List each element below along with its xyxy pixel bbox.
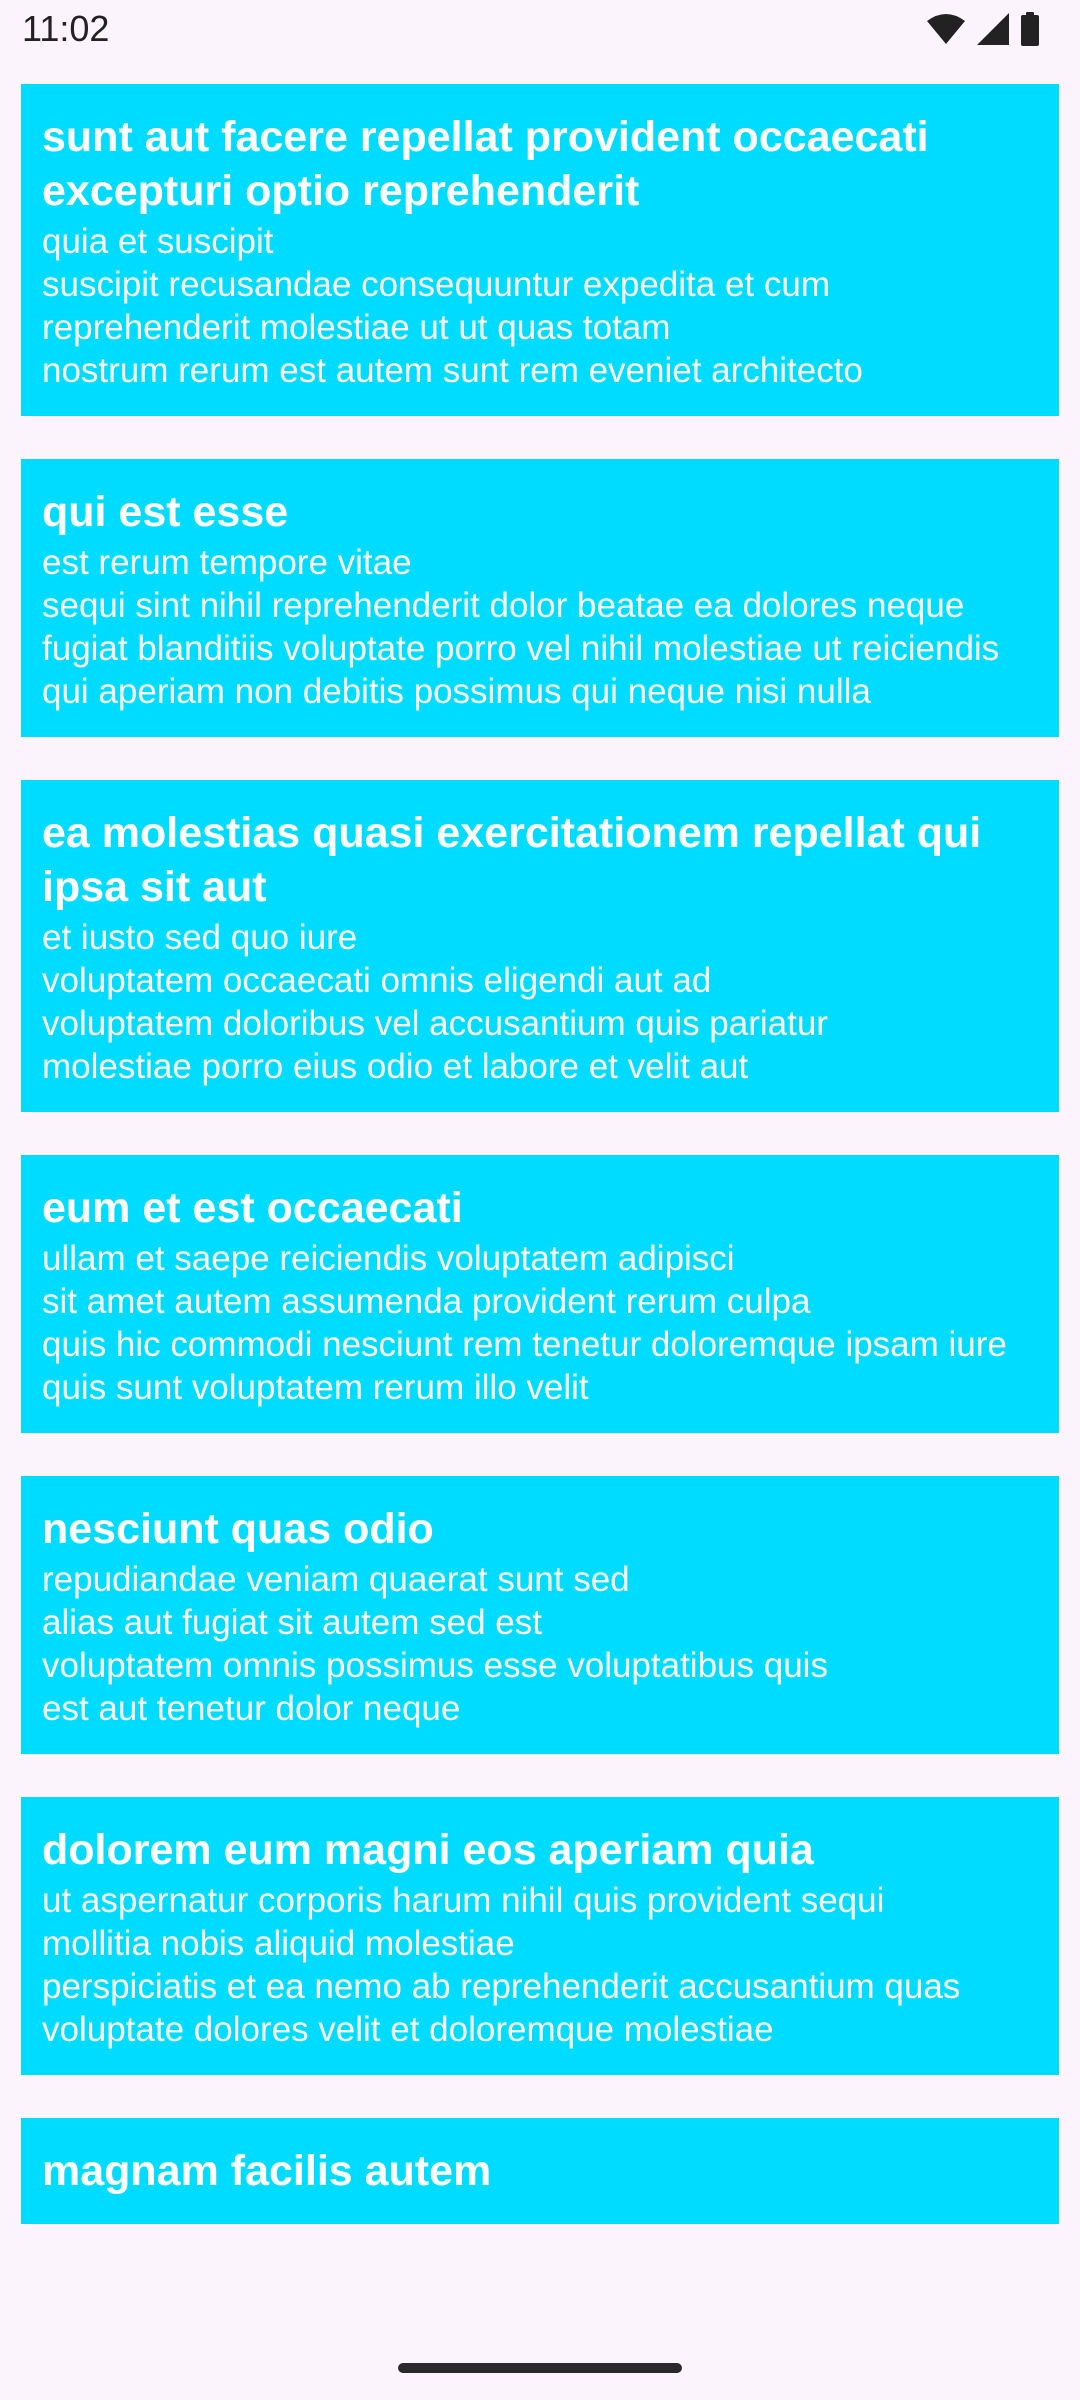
post-body: ut aspernatur corporis harum nihil quis … <box>42 1881 961 2049</box>
post-body: et iusto sed quo iure voluptatem occaeca… <box>42 918 828 1086</box>
signal-icon <box>976 12 1010 46</box>
status-bar: 11:02 <box>0 0 1080 62</box>
battery-icon <box>1020 12 1040 46</box>
post-title: qui est esse <box>42 488 289 536</box>
post-title: magnam facilis autem <box>42 2147 492 2195</box>
post-title: sunt aut facere repellat provident occae… <box>42 113 929 215</box>
status-icons <box>926 12 1040 46</box>
post-title: dolorem eum magni eos aperiam quia <box>42 1826 814 1874</box>
post-body: quia et suscipit suscipit recusandae con… <box>42 222 863 390</box>
post-card[interactable]: nesciunt quas odio repudiandae veniam qu… <box>21 1476 1059 1754</box>
status-time: 11:02 <box>22 8 110 49</box>
post-card[interactable]: eum et est occaecati ullam et saepe reic… <box>21 1155 1059 1433</box>
home-indicator[interactable] <box>398 2363 682 2373</box>
post-list[interactable]: sunt aut facere repellat provident occae… <box>21 84 1059 2339</box>
post-card[interactable]: qui est esse est rerum tempore vitae seq… <box>21 459 1059 737</box>
post-body: repudiandae veniam quaerat sunt sed alia… <box>42 1560 828 1728</box>
post-card[interactable]: dolorem eum magni eos aperiam quia ut as… <box>21 1797 1059 2075</box>
wifi-icon <box>926 13 966 45</box>
post-card[interactable]: magnam facilis autem <box>21 2118 1059 2224</box>
post-card[interactable]: ea molestias quasi exercitationem repell… <box>21 780 1059 1112</box>
post-title: nesciunt quas odio <box>42 1505 434 1553</box>
post-body: est rerum tempore vitae sequi sint nihil… <box>42 543 1000 711</box>
post-card[interactable]: sunt aut facere repellat provident occae… <box>21 84 1059 416</box>
post-title: ea molestias quasi exercitationem repell… <box>42 809 982 911</box>
post-title: eum et est occaecati <box>42 1184 463 1232</box>
post-body: ullam et saepe reiciendis voluptatem adi… <box>42 1239 1007 1407</box>
